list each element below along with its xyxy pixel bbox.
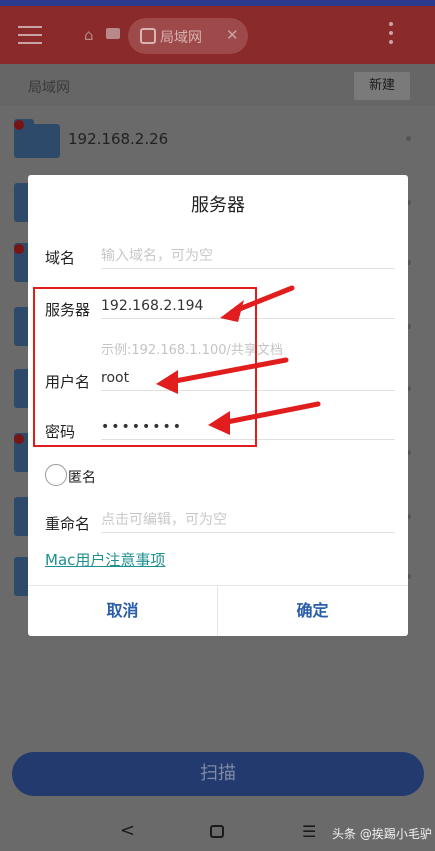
domain-label: 域名	[45, 249, 76, 267]
home-icon[interactable]	[210, 825, 224, 838]
back-icon[interactable]: <	[120, 820, 135, 841]
cancel-button[interactable]: 取消	[28, 586, 217, 636]
status-dot	[14, 120, 24, 130]
nav-bar: < ☰ 头条 @挨踢小毛驴	[0, 812, 435, 851]
status-dot	[14, 434, 24, 444]
file-name: 192.168.2.26	[68, 130, 169, 148]
ok-button[interactable]: 确定	[218, 586, 407, 636]
list-item[interactable]: 192.168.2.26	[0, 110, 435, 170]
new-button[interactable]: 新建	[354, 72, 410, 100]
status-dot	[14, 244, 24, 254]
home-icon[interactable]: ⌂	[84, 26, 94, 44]
network-icon	[140, 28, 156, 44]
anonymous-radio[interactable]	[45, 464, 67, 486]
hamburger-menu-icon[interactable]	[18, 26, 42, 44]
close-icon[interactable]: ✕	[226, 26, 239, 44]
annotation-highlight-box	[33, 287, 257, 447]
dialog-title: 服务器	[191, 195, 245, 216]
watermark: 头条 @挨踢小毛驴	[332, 827, 432, 841]
rename-input[interactable]	[101, 507, 395, 533]
breadcrumb-label: 局域网	[28, 80, 70, 96]
anonymous-label: 匿名	[68, 470, 96, 486]
folder-icon[interactable]	[106, 28, 120, 39]
more-options-icon[interactable]	[388, 22, 394, 48]
mac-notes-link[interactable]: Mac用户注意事项	[45, 549, 165, 570]
app-header: ⌂ 局域网 ✕	[0, 6, 435, 64]
rename-label: 重命名	[45, 515, 91, 533]
domain-input[interactable]	[101, 243, 395, 269]
row-menu-icon[interactable]	[406, 136, 411, 141]
recent-apps-icon[interactable]: ☰	[302, 822, 316, 841]
tab-label: 局域网	[160, 30, 202, 46]
scan-button[interactable]: 扫描	[12, 752, 424, 796]
tab-lan[interactable]: 局域网 ✕	[128, 18, 248, 54]
